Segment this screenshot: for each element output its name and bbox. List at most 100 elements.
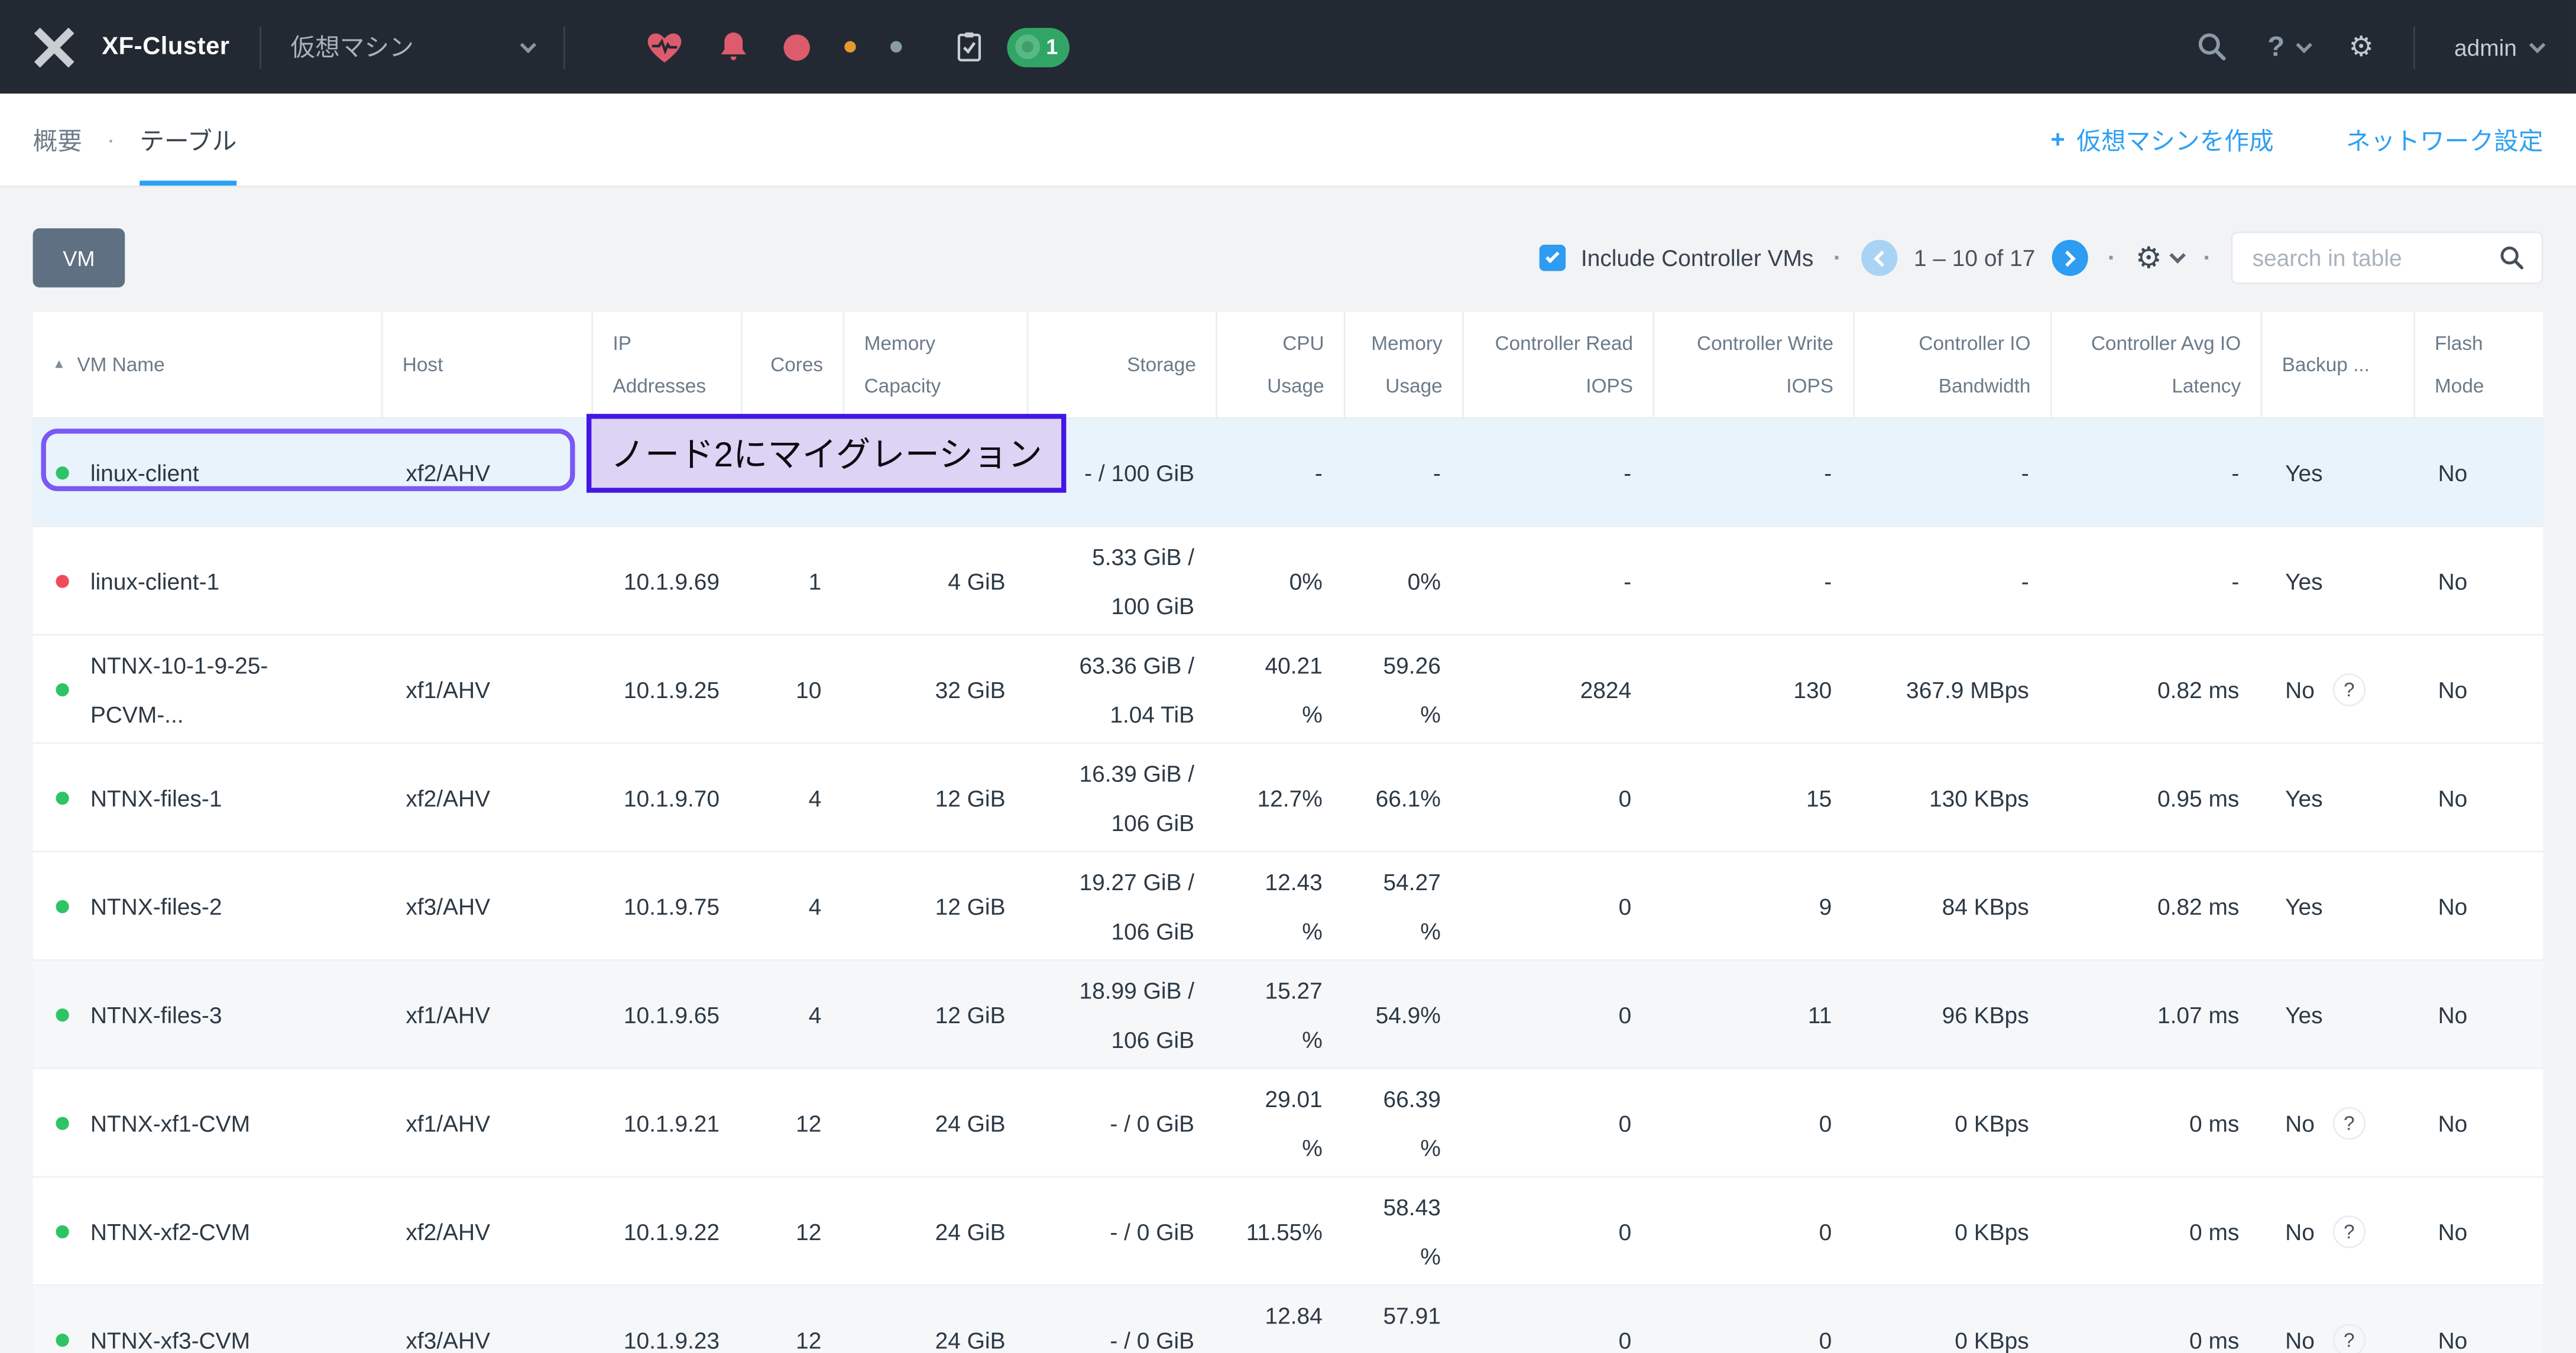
chevron-down-icon — [2295, 36, 2312, 53]
nutanix-x-logo-icon[interactable] — [33, 25, 76, 68]
critical-alert-icon[interactable] — [783, 34, 809, 60]
table-row[interactable]: NTNX-10-1-9-25-PCVM-...xf1/AHV10.1.9.25 1… — [33, 635, 2543, 744]
column-header-cores[interactable]: Cores — [743, 312, 844, 417]
cell-ip: 10.1.9.75 — [593, 852, 743, 959]
cell-value: 16.39 GiB / 106 GiB — [1051, 748, 1194, 847]
table-row[interactable]: NTNX-xf1-CVMxf1/AHV10.1.9.211224 GiB- / … — [33, 1069, 2543, 1177]
cell-read_iops: - — [1464, 419, 1654, 526]
cell-value: - — [2075, 556, 2239, 605]
cell-storage: - / 0 GiB — [1028, 1177, 1217, 1284]
column-header-storage[interactable]: Storage — [1028, 312, 1217, 417]
cell-value: 0 ms — [2075, 1206, 2239, 1255]
cell-value: 32 GiB — [867, 664, 1005, 713]
vm-name[interactable]: NTNX-files-2 — [90, 881, 222, 930]
backup-value: Yes — [2285, 989, 2322, 1039]
cell-ip: 10.1.9.25 — [593, 635, 743, 742]
user-menu[interactable]: admin — [2454, 34, 2543, 60]
vm-status-dot — [56, 683, 69, 696]
vm-name[interactable]: linux-client-1 — [90, 556, 219, 605]
create-vm-link[interactable]: + 仮想マシンを作成 — [2050, 122, 2273, 157]
table-search-input[interactable] — [2253, 245, 2499, 271]
cell-io_bw: - — [1855, 419, 2052, 526]
table-row[interactable]: linux-client-110.1.9.6914 GiB5.33 GiB / … — [33, 527, 2543, 635]
column-header-mem_usage[interactable]: Memory Usage — [1346, 312, 1464, 417]
migration-annotation: ノード2にマイグレーション — [587, 414, 1066, 492]
vm-name[interactable]: linux-client — [90, 447, 199, 497]
cell-value: No — [2438, 1315, 2520, 1353]
vm-name[interactable]: NTNX-files-3 — [90, 989, 222, 1039]
table-settings-menu[interactable]: ⚙ — [2136, 241, 2183, 275]
tasks-clipboard-icon[interactable] — [954, 30, 984, 64]
table-row[interactable]: NTNX-files-2xf3/AHV10.1.9.75412 GiB19.27… — [33, 852, 2543, 961]
column-header-io_bw[interactable]: Controller IO Bandwidth — [1855, 312, 2052, 417]
cell-host: xf2/AHV — [383, 744, 593, 851]
pagination-next-button[interactable] — [2052, 240, 2088, 276]
table-row[interactable]: NTNX-xf2-CVMxf2/AHV10.1.9.221224 GiB- / … — [33, 1177, 2543, 1286]
cell-value: - / 0 GiB — [1051, 1315, 1194, 1353]
column-header-memory[interactable]: Memory Capacity — [844, 312, 1028, 417]
pagination-prev-button[interactable] — [1861, 240, 1897, 276]
column-header-ip[interactable]: IP Addresses — [593, 312, 743, 417]
vm-status-dot — [56, 574, 69, 587]
cell-cpu: 12.43 % — [1217, 852, 1346, 959]
cell-write_iops: 0 — [1654, 1069, 1855, 1176]
help-icon[interactable]: ? — [2332, 1323, 2366, 1353]
column-header-cpu[interactable]: CPU Usage — [1217, 312, 1346, 417]
running-tasks-badge[interactable]: 1 — [1007, 27, 1070, 67]
alerts-bell-icon[interactable] — [718, 30, 749, 64]
cell-value: 18.99 GiB / 106 GiB — [1051, 965, 1194, 1063]
table-row[interactable]: NTNX-files-3xf1/AHV10.1.9.65412 GiB18.99… — [33, 961, 2543, 1069]
settings-gear-icon[interactable]: ⚙ — [2348, 30, 2373, 63]
cell-io_bw: 0 KBps — [1855, 1286, 2052, 1353]
vm-name[interactable]: NTNX-xf1-CVM — [90, 1098, 250, 1147]
vm-filter-button[interactable]: VM — [33, 228, 125, 287]
plus-icon: + — [2050, 126, 2065, 154]
table-row[interactable]: NTNX-xf3-CVMxf3/AHV10.1.9.231224 GiB- / … — [33, 1286, 2543, 1353]
cell-cpu: 0% — [1217, 527, 1346, 634]
help-icon[interactable]: ? — [2332, 1215, 2366, 1248]
network-config-link[interactable]: ネットワーク設定 — [2346, 122, 2543, 157]
column-header-name[interactable]: ▲VM Name — [33, 312, 383, 417]
table-row[interactable]: NTNX-files-1xf2/AHV10.1.9.70412 GiB16.39… — [33, 744, 2543, 852]
cell-value: 57.91 % — [1369, 1290, 1441, 1353]
tab-table[interactable]: テーブル — [140, 93, 236, 186]
cell-value: 12 GiB — [867, 773, 1005, 822]
cell-memory: 12 GiB — [844, 961, 1028, 1068]
help-icon[interactable]: ? — [2332, 673, 2366, 706]
cell-ip: 10.1.9.65 — [593, 961, 743, 1068]
cell-cpu: 12.7% — [1217, 744, 1346, 851]
entity-menu-dropdown[interactable]: 仮想マシン — [290, 30, 533, 64]
vm-name[interactable]: NTNX-xf3-CVM — [90, 1315, 250, 1353]
help-menu[interactable]: ? — [2267, 30, 2309, 63]
tab-overview[interactable]: 概要 — [33, 93, 82, 186]
cell-flash: No — [2415, 419, 2543, 526]
cell-read_iops: - — [1464, 527, 1654, 634]
health-heart-icon[interactable] — [646, 30, 683, 64]
cell-value: No — [2438, 881, 2520, 930]
table-row[interactable]: linux-clientxf2/AHV- / 100 GiB------YesN… — [33, 419, 2543, 527]
cell-cores: 10 — [743, 635, 844, 742]
column-header-io_latency[interactable]: Controller Avg IO Latency — [2052, 312, 2263, 417]
vm-name[interactable]: NTNX-10-1-9-25-PCVM-... — [90, 640, 360, 738]
cell-value: 29.01 % — [1240, 1073, 1323, 1172]
column-header-backup[interactable]: Backup ... — [2262, 312, 2415, 417]
include-cvms-checkbox[interactable] — [1540, 245, 1566, 271]
cell-name: NTNX-files-2 — [33, 852, 383, 959]
search-icon[interactable] — [2197, 31, 2228, 63]
cell-value: 10 — [766, 664, 821, 713]
cell-backup: No? — [2262, 1069, 2415, 1176]
column-header-flash[interactable]: Flash Mode — [2415, 312, 2543, 417]
column-header-host[interactable]: Host — [383, 312, 593, 417]
vm-name[interactable]: NTNX-files-1 — [90, 773, 222, 822]
column-header-read_iops[interactable]: Controller Read IOPS — [1464, 312, 1654, 417]
search-icon[interactable] — [2499, 245, 2525, 271]
vm-name[interactable]: NTNX-xf2-CVM — [90, 1206, 250, 1255]
cell-value: 4 — [766, 773, 821, 822]
cell-cores: 4 — [743, 852, 844, 959]
cell-value: xf2/AHV — [406, 447, 570, 497]
help-icon[interactable]: ? — [2332, 1106, 2366, 1139]
column-header-write_iops[interactable]: Controller Write IOPS — [1654, 312, 1855, 417]
cell-value: 0 — [1487, 1206, 1632, 1255]
cell-value: 0 — [1677, 1098, 1832, 1147]
cell-host: xf1/AHV — [383, 635, 593, 742]
